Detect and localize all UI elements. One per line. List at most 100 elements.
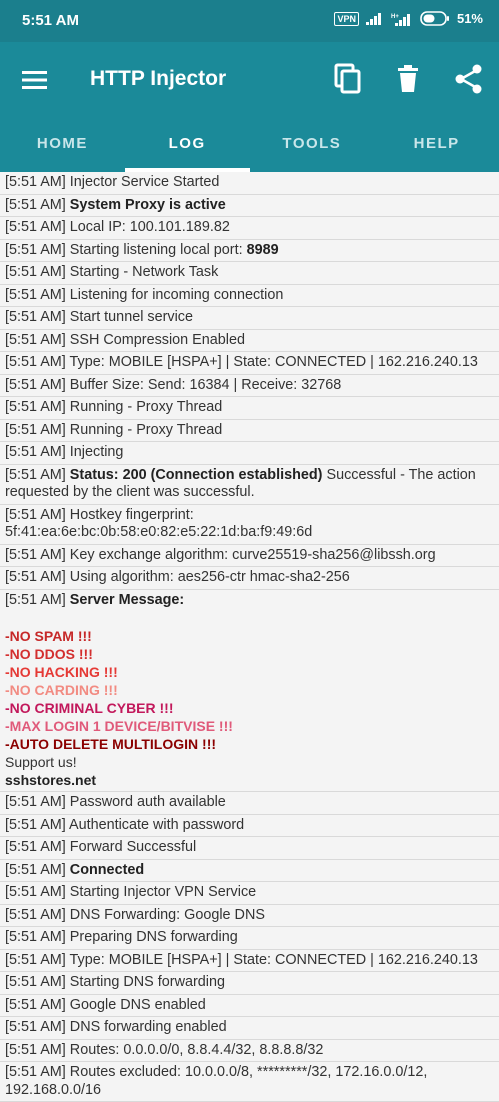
- log-text: Starting Injector VPN Service: [69, 884, 257, 900]
- server-message-line: -NO HACKING !!!: [5, 664, 118, 680]
- log-timestamp: [5:51 AM]: [5, 196, 70, 213]
- server-message-line: -NO SPAM !!!: [5, 628, 92, 644]
- log-timestamp: [5:51 AM]: [5, 591, 70, 608]
- log-timestamp: [5:51 AM]: [5, 861, 70, 878]
- tab-tools[interactable]: TOOLS: [250, 118, 375, 172]
- delete-icon[interactable]: [391, 62, 425, 96]
- log-entry: [5:51 AM] Connected: [0, 860, 499, 882]
- log-text: Local IP: 100.101.189.82: [69, 219, 230, 235]
- battery-icon: [420, 11, 449, 26]
- tab-home[interactable]: HOME: [0, 118, 125, 172]
- log-bold-text: Status: 200 (Connection established): [69, 466, 323, 483]
- log-timestamp: [5:51 AM]: [5, 354, 70, 370]
- log-timestamp: [5:51 AM]: [5, 1041, 70, 1058]
- log-entry: [5:51 AM] DNS forwarding enabled: [0, 1017, 499, 1040]
- signal-icon: [365, 13, 381, 25]
- log-text: Injecting: [69, 444, 124, 460]
- log-timestamp: [5:51 AM]: [5, 241, 70, 258]
- server-support-text: Support us!: [5, 754, 77, 770]
- status-time: 5:51 AM: [22, 12, 79, 29]
- log-entry: [5:51 AM] Buffer Size: Send: 16384 | Rec…: [0, 375, 499, 397]
- log-entry: [5:51 AM] Injecting: [0, 442, 499, 465]
- tab-help[interactable]: HELP: [374, 118, 499, 172]
- log-text: Using algorithm: aes256-ctr hmac-sha2-25…: [69, 569, 350, 585]
- log-entry: [5:51 AM] Forward Successful: [0, 837, 499, 860]
- log-timestamp: [5:51 AM]: [5, 331, 70, 348]
- log-text: Forward Successful: [69, 839, 197, 855]
- app-bar: HTTP Injector: [0, 42, 499, 118]
- log-timestamp: [5:51 AM]: [5, 264, 70, 280]
- log-timestamp: [5:51 AM]: [5, 286, 70, 303]
- log-text: Starting - Network Task: [69, 264, 219, 280]
- log-bold-value: 8989: [246, 241, 279, 258]
- server-message-line: -NO DDOS !!!: [5, 646, 93, 662]
- log-entry: [5:51 AM] DNS Forwarding: Google DNS: [0, 905, 499, 927]
- log-entry: [5:51 AM] Listening for incoming connect…: [0, 285, 499, 307]
- log-text: DNS forwarding enabled: [69, 1019, 227, 1035]
- log-timestamp: [5:51 AM]: [5, 839, 70, 855]
- svg-text:H+: H+: [391, 14, 399, 20]
- log-entry: [5:51 AM] Routes: 0.0.0.0/0, 8.8.4.4/32,…: [0, 1040, 499, 1062]
- log-timestamp: [5:51 AM]: [5, 466, 70, 483]
- log-entry: [5:51 AM] Starting - Network Task: [0, 262, 499, 285]
- server-message-spacer: [5, 609, 494, 627]
- signal-icon-2: H+: [391, 13, 410, 26]
- vpn-icon: VPN: [334, 11, 359, 26]
- log-entry: [5:51 AM] Local IP: 100.101.189.82: [0, 217, 499, 240]
- log-list[interactable]: [5:51 AM] Injector Service Started [5:51 …: [0, 172, 499, 1102]
- log-text: Running - Proxy Thread: [69, 421, 223, 438]
- log-timestamp: [5:51 AM]: [5, 906, 70, 923]
- log-entry: [5:51 AM] Starting DNS forwarding: [0, 972, 499, 995]
- log-text: Listening for incoming connection: [69, 286, 284, 303]
- log-text: Preparing DNS forwarding: [69, 929, 238, 945]
- log-bold-text: Connected: [69, 861, 145, 878]
- log-text: Authenticate with password: [69, 816, 245, 833]
- log-entry: [5:51 AM] System Proxy is active: [0, 195, 499, 217]
- tab-bar: HOME LOG TOOLS HELP: [0, 118, 499, 172]
- log-entry: [5:51 AM] Google DNS enabled: [0, 995, 499, 1017]
- log-text: Key exchange algorithm: curve25519-sha25…: [69, 546, 436, 563]
- log-timestamp: [5:51 AM]: [5, 546, 70, 563]
- log-text: Starting DNS forwarding: [69, 974, 225, 990]
- log-timestamp: [5:51 AM]: [5, 1019, 70, 1035]
- log-text: Type: MOBILE [HSPA+] | State: CONNECTED …: [69, 951, 478, 968]
- log-entry: [5:51 AM] Start tunnel service: [0, 307, 499, 330]
- server-message-line: -NO CRIMINAL CYBER !!!: [5, 700, 174, 716]
- log-entry: [5:51 AM] Routes excluded: 10.0.0.0/8, *…: [0, 1062, 499, 1102]
- log-entry: [5:51 AM] Type: MOBILE [HSPA+] | State: …: [0, 352, 499, 375]
- log-entry: [5:51 AM] Using algorithm: aes256-ctr hm…: [0, 567, 499, 590]
- log-text: Routes: 0.0.0.0/0, 8.8.4.4/32, 8.8.8.8/3…: [69, 1041, 324, 1058]
- log-timestamp: [5:51 AM]: [5, 569, 70, 585]
- battery-percent: 51%: [456, 11, 483, 26]
- log-timestamp: [5:51 AM]: [5, 444, 70, 460]
- log-timestamp: [5:51 AM]: [5, 399, 70, 415]
- log-entry: [5:51 AM] Status: 200 (Connection establ…: [0, 465, 499, 505]
- log-bold-text: Server Message:: [69, 591, 185, 608]
- log-entry: [5:51 AM] Injector Service Started: [0, 172, 499, 195]
- log-entry: [5:51 AM] Preparing DNS forwarding: [0, 927, 499, 950]
- log-entry: [5:51 AM] Authenticate with password: [0, 815, 499, 837]
- log-timestamp: [5:51 AM]: [5, 974, 70, 990]
- log-timestamp: [5:51 AM]: [5, 794, 70, 810]
- menu-icon[interactable]: [22, 68, 48, 92]
- log-text: Google DNS enabled: [69, 996, 206, 1013]
- log-text: DNS Forwarding: Google DNS: [69, 906, 265, 923]
- log-timestamp: [5:51 AM]: [5, 309, 70, 325]
- log-entry: [5:51 AM] Running - Proxy Thread: [0, 397, 499, 420]
- log-text: SSH Compression Enabled: [69, 331, 245, 348]
- log-entry: [5:51 AM] Starting Injector VPN Service: [0, 882, 499, 905]
- log-text: Type: MOBILE [HSPA+] | State: CONNECTED …: [69, 354, 478, 370]
- server-message-line: -AUTO DELETE MULTILOGIN !!!: [5, 736, 217, 752]
- log-text: Starting listening local port:: [69, 241, 247, 258]
- log-entry: [5:51 AM] SSH Compression Enabled: [0, 330, 499, 352]
- server-site-text: sshstores.net: [5, 772, 97, 788]
- log-text: Password auth available: [69, 794, 226, 810]
- log-timestamp: [5:51 AM]: [5, 816, 69, 833]
- copy-icon[interactable]: [331, 62, 365, 96]
- log-text: Running - Proxy Thread: [69, 399, 223, 415]
- log-bold-text: System Proxy is active: [69, 196, 226, 213]
- log-timestamp: [5:51 AM]: [5, 219, 70, 235]
- log-text: Start tunnel service: [69, 309, 193, 325]
- tab-log[interactable]: LOG: [125, 118, 250, 172]
- share-icon[interactable]: [452, 62, 486, 96]
